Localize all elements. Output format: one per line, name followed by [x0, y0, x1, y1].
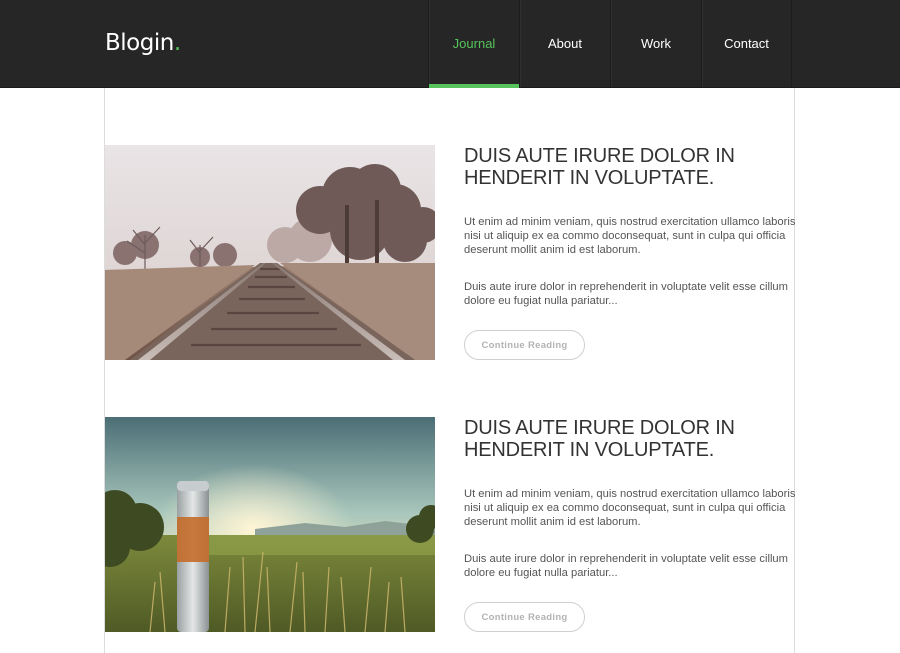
post-excerpt: Duis aute irure dolor in reprehenderit i… — [464, 281, 788, 307]
sunset-field-photo — [105, 417, 435, 632]
post-body: DUIS AUTE IRURE DOLOR IN HENDERIT IN VOL… — [464, 145, 796, 360]
blog-post: DUIS AUTE IRURE DOLOR IN HENDERIT IN VOL… — [105, 145, 796, 417]
blog-post: DUIS AUTE IRURE DOLOR IN HENDERIT IN VOL… — [105, 417, 796, 653]
nav-item-about[interactable]: About — [519, 0, 610, 87]
continue-reading-button[interactable]: Continue Reading — [464, 330, 585, 360]
post-title[interactable]: DUIS AUTE IRURE DOLOR IN HENDERIT IN VOL… — [464, 145, 796, 189]
post-body: DUIS AUTE IRURE DOLOR IN HENDERIT IN VOL… — [464, 417, 796, 632]
logo-dot: . — [173, 30, 181, 56]
continue-reading-button[interactable]: Continue Reading — [464, 602, 585, 632]
post-image-railway[interactable] — [105, 145, 435, 360]
main-nav: Journal About Work Contact — [428, 0, 792, 88]
nav-item-journal[interactable]: Journal — [428, 0, 519, 88]
post-title[interactable]: DUIS AUTE IRURE DOLOR IN HENDERIT IN VOL… — [464, 417, 796, 461]
nav-item-contact[interactable]: Contact — [701, 0, 792, 87]
post-excerpt: Duis aute irure dolor in reprehenderit i… — [464, 553, 788, 579]
content-container: DUIS AUTE IRURE DOLOR IN HENDERIT IN VOL… — [104, 88, 795, 653]
railway-tracks-photo — [105, 145, 435, 360]
site-header: Blogin. Journal About Work Contact — [0, 0, 900, 88]
site-logo[interactable]: Blogin. — [105, 28, 181, 58]
logo-text: Blogin — [105, 30, 174, 56]
post-excerpt: Ut enim ad minim veniam, quis nostrud ex… — [464, 216, 796, 256]
nav-item-work[interactable]: Work — [610, 0, 701, 87]
post-excerpt: Ut enim ad minim veniam, quis nostrud ex… — [464, 488, 796, 528]
post-image-field[interactable] — [105, 417, 435, 632]
